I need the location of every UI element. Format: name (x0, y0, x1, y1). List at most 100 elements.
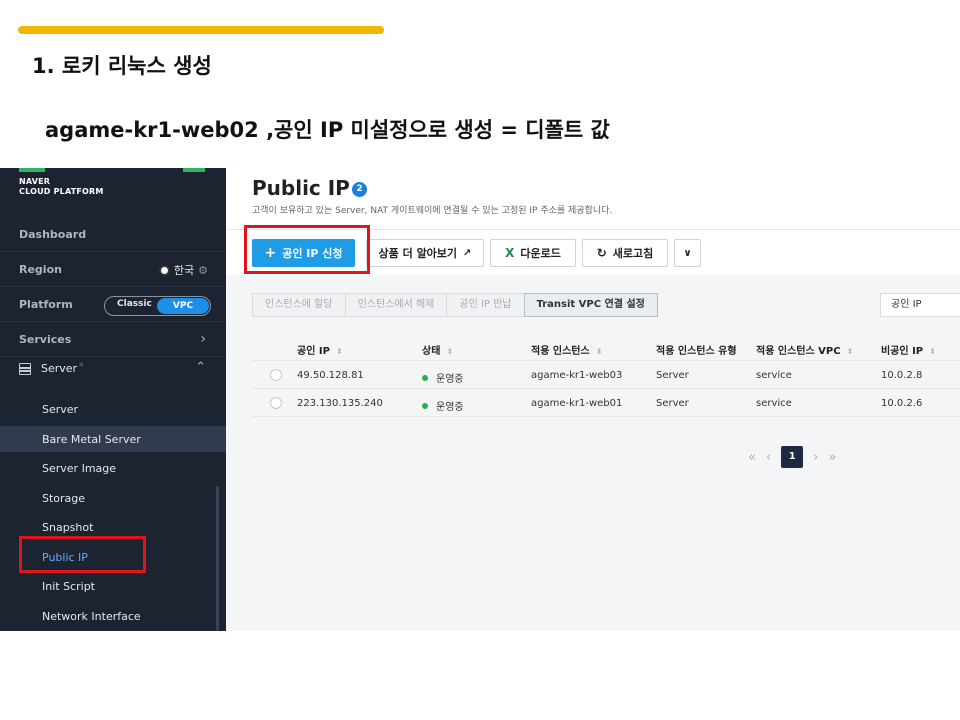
korea-flag-icon (158, 264, 170, 276)
column-header-private-ip[interactable]: 비공인 IP ⬍ (881, 342, 936, 357)
nav-dashboard[interactable]: Dashboard (0, 217, 226, 252)
prev-page-icon[interactable]: ‹ (766, 450, 771, 465)
first-page-icon[interactable]: « (748, 450, 756, 465)
return-public-ip-button[interactable]: 공인 IP 반납 (446, 293, 525, 317)
server-group-label: Server (41, 362, 78, 375)
cell-instance-vpc: service (756, 398, 792, 409)
region-selector[interactable]: 한국 ⚙ (158, 262, 208, 278)
column-header-label: 비공인 IP (881, 346, 924, 357)
row-select-radio[interactable] (270, 369, 282, 381)
region-value: 한국 (173, 264, 195, 277)
sort-icon: ⬍ (446, 347, 454, 356)
more-dropdown-button[interactable]: ∨ (674, 239, 701, 267)
table-header-row: 공인 IP ⬍ 상태 ⬍ 적용 인스턴스 ⬍ 적용 인스턴스 유형 적용 인스턴스 V… (252, 334, 960, 361)
nav-platform-label: Platform (19, 298, 73, 311)
column-header-instance[interactable]: 적용 인스턴스 ⬍ (531, 342, 602, 357)
learn-more-label: 상품 더 알아보기 (378, 247, 458, 260)
page-title: Public IP (252, 176, 350, 200)
cell-instance-type: Server (656, 398, 689, 409)
learn-more-button[interactable]: 상품 더 알아보기 ↗ (366, 239, 484, 267)
platform-vpc-option[interactable]: VPC (157, 298, 209, 314)
refresh-label: 새로고침 (612, 247, 654, 260)
refresh-button[interactable]: ↻ 새로고침 (582, 239, 668, 267)
sidebar-item-label: Storage (42, 492, 86, 505)
cell-instance-type: Server (656, 370, 689, 381)
sort-icon: ⬍ (595, 347, 603, 356)
status-dot-icon (422, 375, 428, 381)
main-content: Public IP 2 고객이 보유하고 있는 Server, NAT 게이트웨… (226, 168, 960, 631)
search-type-select[interactable]: 공인 IP (880, 293, 960, 317)
chevron-right-icon: › (200, 331, 206, 347)
release-from-instance-button[interactable]: 인스턴스에서 해제 (344, 293, 448, 317)
status-dot-icon (422, 403, 428, 409)
table-row[interactable]: 223.130.135.240 운영중 agame-kr1-web01 Serv… (252, 390, 960, 417)
console-screenshot: NAVER CLOUD PLATFORM Dashboard Region 한국… (0, 168, 960, 631)
cell-public-ip: 223.130.135.240 (297, 398, 383, 409)
current-page-button[interactable]: 1 (781, 446, 804, 468)
sidebar-item-storage[interactable]: Storage (0, 485, 226, 511)
table-row[interactable]: 49.50.128.81 운영중 agame-kr1-web03 Server … (252, 362, 960, 389)
nav-services-label: Services (19, 333, 72, 346)
column-header-instance-vpc[interactable]: 적용 인스턴스 VPC ⬍ (756, 342, 853, 357)
download-label: 다운로드 (520, 247, 561, 260)
sidebar-scrollbar[interactable] (216, 486, 219, 631)
sort-icon: ⬍ (846, 347, 854, 356)
sidebar-item-bare-metal-server[interactable]: Bare Metal Server (0, 426, 226, 452)
slide-accent-bar (18, 26, 384, 34)
next-page-icon[interactable]: › (813, 450, 818, 465)
action-filter-bar: 인스턴스에 할당 인스턴스에서 해제 공인 IP 반납 Transit VPC … (252, 293, 658, 317)
sidebar-item-network-interface[interactable]: Network Interface (0, 603, 226, 629)
pagination: « ‹ 1 › » (748, 446, 836, 468)
cell-private-ip: 10.0.2.6 (881, 398, 923, 409)
column-header-label: 공인 IP (297, 346, 330, 357)
sidebar: NAVER CLOUD PLATFORM Dashboard Region 한국… (0, 168, 226, 631)
sidebar-item-label: Server (42, 403, 79, 416)
highlight-box-public-ip (19, 536, 146, 573)
count-badge[interactable]: 2 (352, 182, 367, 197)
status-label: 운영중 (436, 402, 464, 413)
cell-instance: agame-kr1-web03 (531, 370, 623, 381)
sidebar-item-label: Network Interface (42, 610, 141, 623)
nav-services[interactable]: Services › (0, 322, 226, 357)
transit-vpc-settings-button[interactable]: Transit VPC 연결 설정 (523, 293, 658, 317)
brand-logo[interactable]: NAVER CLOUD PLATFORM (19, 177, 104, 197)
platform-toggle[interactable]: Classic VPC (104, 296, 211, 316)
sidebar-item-label: Init Script (42, 580, 95, 593)
nav-region: Region 한국 ⚙ (0, 252, 226, 287)
column-header-label: 적용 인스턴스 VPC (756, 346, 841, 357)
status-label: 운영중 (436, 374, 464, 385)
server-icon (19, 363, 31, 375)
server-group-label-wrap: Server * (41, 362, 84, 375)
column-header-instance-type[interactable]: 적용 인스턴스 유형 (656, 342, 737, 357)
last-page-icon[interactable]: » (828, 450, 836, 465)
sort-icon: ⬍ (929, 347, 936, 356)
column-header-label: 적용 인스턴스 (531, 346, 590, 357)
excel-icon: X (505, 246, 515, 260)
cell-status: 운영중 (422, 370, 464, 385)
download-button[interactable]: X 다운로드 (490, 239, 576, 267)
nav-dashboard-label: Dashboard (19, 228, 87, 241)
brand-line-2: CLOUD PLATFORM (19, 187, 104, 196)
page-description: 고객이 보유하고 있는 Server, NAT 게이트웨이에 연결될 수 있는 … (252, 206, 613, 216)
slide-subtitle: agame-kr1-web02 ,공인 IP 미설정으로 생성 = 디폴트 값 (45, 118, 610, 142)
row-select-radio[interactable] (270, 397, 282, 409)
page-header: Public IP 2 고객이 보유하고 있는 Server, NAT 게이트웨… (226, 168, 960, 275)
sidebar-item-init-script[interactable]: Init Script (0, 573, 226, 599)
column-header-public-ip[interactable]: 공인 IP ⬍ (297, 342, 343, 357)
gear-icon[interactable]: ⚙ (198, 264, 208, 277)
cell-private-ip: 10.0.2.8 (881, 370, 923, 381)
platform-classic-option[interactable]: Classic (117, 299, 152, 309)
cell-instance: agame-kr1-web01 (531, 398, 623, 409)
chevron-up-icon[interactable]: ⌃ (195, 360, 206, 375)
assign-to-instance-button[interactable]: 인스턴스에 할당 (252, 293, 346, 317)
slide-title: 1. 로키 리눅스 생성 (32, 54, 212, 78)
refresh-icon: ↻ (596, 246, 607, 260)
nav-server-group[interactable]: Server * ⌃ (0, 355, 226, 385)
nav-region-label: Region (19, 263, 62, 276)
sidebar-item-server[interactable]: Server (0, 396, 226, 422)
sidebar-item-label: Snapshot (42, 521, 94, 534)
column-header-status[interactable]: 상태 ⬍ (422, 342, 453, 357)
cell-instance-vpc: service (756, 370, 792, 381)
brand-accent-right (183, 168, 205, 172)
sidebar-item-server-image[interactable]: Server Image (0, 455, 226, 481)
